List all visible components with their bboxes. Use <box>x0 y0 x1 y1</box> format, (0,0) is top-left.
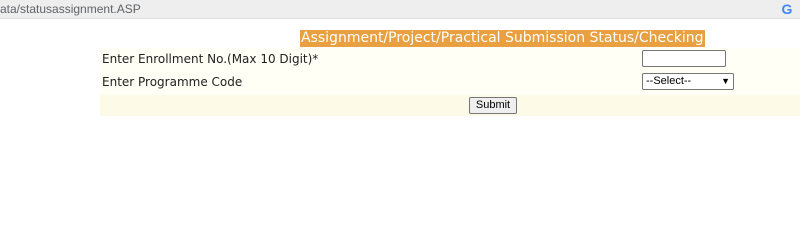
programme-select-value: --Select-- <box>646 75 692 87</box>
page-title: Assignment/Project/Practical Submission … <box>300 30 705 47</box>
enrollment-label: Enter Enrollment No.(Max 10 Digit)* <box>102 52 319 66</box>
address-bar[interactable]: ata/statusassignment.ASP G <box>0 0 800 19</box>
programme-label: Enter Programme Code <box>102 75 243 89</box>
enrollment-input[interactable] <box>642 50 726 67</box>
submit-button[interactable]: Submit <box>469 97 517 114</box>
url-text[interactable]: ata/statusassignment.ASP <box>0 1 141 17</box>
chevron-down-icon: ▼ <box>721 76 730 86</box>
google-icon[interactable]: G <box>779 1 795 17</box>
programme-select[interactable]: --Select-- ▼ <box>642 73 734 90</box>
submit-row <box>100 95 800 116</box>
